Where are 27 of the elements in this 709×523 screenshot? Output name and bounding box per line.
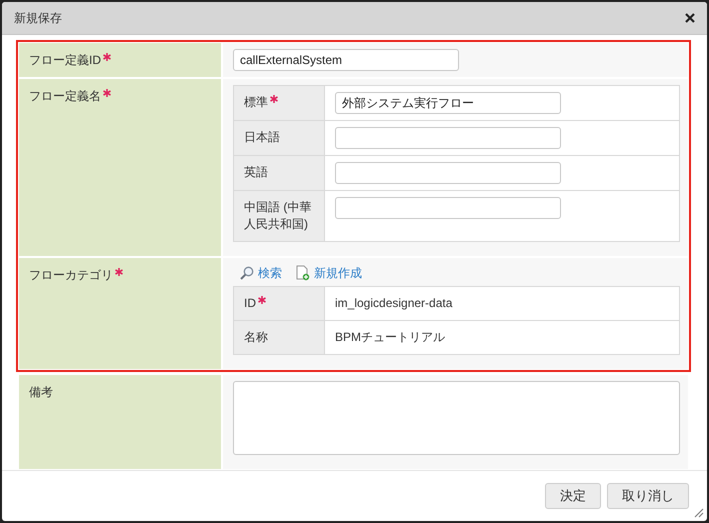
locale-label: 英語 [244, 164, 268, 181]
locale-label: 中国語 (中華人民共和国) [244, 199, 312, 233]
locale-label: 日本語 [244, 129, 280, 146]
text-input[interactable]: 外部システム実行フロー [335, 92, 561, 114]
dialog-title: 新規保存 [14, 10, 62, 26]
cancel-button[interactable]: 取り消し [607, 483, 689, 509]
resize-grip-icon[interactable] [694, 508, 704, 518]
field-label: フロー定義ID [29, 52, 101, 69]
field-label: フロー定義名 [29, 88, 101, 105]
ok-button[interactable]: 決定 [545, 483, 601, 509]
text-input[interactable] [335, 162, 561, 184]
text-input[interactable] [335, 127, 561, 149]
note-textarea[interactable] [233, 381, 680, 455]
row-label: ID [244, 295, 256, 312]
close-icon[interactable] [685, 13, 695, 23]
text-input[interactable] [335, 197, 561, 219]
locale-label: 標準 [244, 94, 268, 111]
magnifier-icon [240, 266, 254, 280]
field-label: フローカテゴリ [29, 267, 113, 284]
new-link[interactable]: 新規作成 [296, 264, 362, 282]
cell-value: BPMチュートリアル [335, 329, 446, 346]
text-input[interactable]: callExternalSystem [233, 49, 459, 71]
new-document-icon [296, 265, 310, 281]
cell-value: im_logicdesigner-data [335, 295, 452, 312]
field-label: 備考 [29, 384, 53, 401]
row-label: 名称 [244, 329, 268, 346]
search-link[interactable]: 検索 [240, 264, 282, 282]
